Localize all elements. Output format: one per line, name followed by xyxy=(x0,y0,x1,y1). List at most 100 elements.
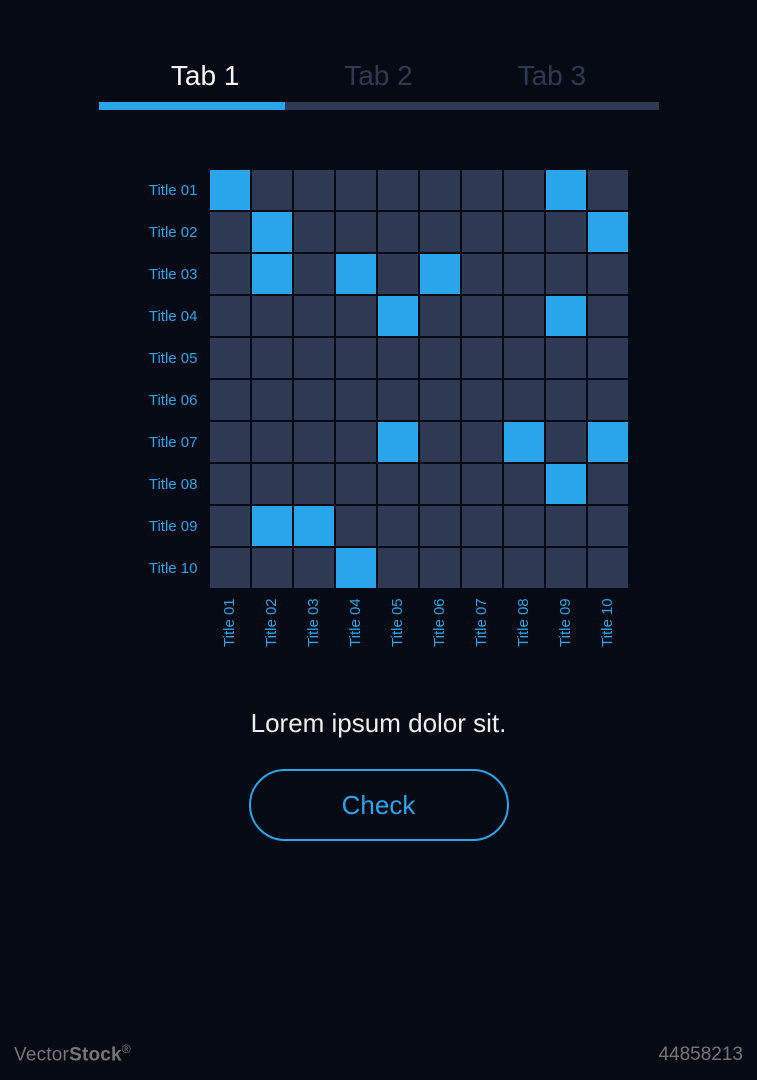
cell-r4-c4[interactable] xyxy=(378,338,418,378)
cell-r9-c5[interactable] xyxy=(420,548,460,588)
cell-r2-c0[interactable] xyxy=(210,254,250,294)
cell-r7-c6[interactable] xyxy=(462,464,502,504)
cell-r9-c3[interactable] xyxy=(336,548,376,588)
cell-r6-c0[interactable] xyxy=(210,422,250,462)
cell-r0-c2[interactable] xyxy=(294,170,334,210)
cell-r4-c7[interactable] xyxy=(504,338,544,378)
cell-r5-c7[interactable] xyxy=(504,380,544,420)
cell-r5-c1[interactable] xyxy=(252,380,292,420)
cell-r6-c8[interactable] xyxy=(546,422,586,462)
cell-r4-c8[interactable] xyxy=(546,338,586,378)
check-button[interactable]: Check xyxy=(249,769,509,841)
cell-r9-c7[interactable] xyxy=(504,548,544,588)
cell-r6-c9[interactable] xyxy=(588,422,628,462)
cell-r3-c9[interactable] xyxy=(588,296,628,336)
cell-r2-c7[interactable] xyxy=(504,254,544,294)
cell-r5-c3[interactable] xyxy=(336,380,376,420)
cell-r1-c2[interactable] xyxy=(294,212,334,252)
cell-r4-c5[interactable] xyxy=(420,338,460,378)
cell-r3-c3[interactable] xyxy=(336,296,376,336)
cell-r5-c4[interactable] xyxy=(378,380,418,420)
cell-r8-c4[interactable] xyxy=(378,506,418,546)
tab-2[interactable]: Tab 2 xyxy=(344,60,413,92)
cell-r9-c9[interactable] xyxy=(588,548,628,588)
cell-r2-c3[interactable] xyxy=(336,254,376,294)
cell-r8-c7[interactable] xyxy=(504,506,544,546)
cell-r3-c2[interactable] xyxy=(294,296,334,336)
cell-r3-c8[interactable] xyxy=(546,296,586,336)
cell-r1-c7[interactable] xyxy=(504,212,544,252)
cell-r8-c8[interactable] xyxy=(546,506,586,546)
cell-r0-c1[interactable] xyxy=(252,170,292,210)
cell-r9-c2[interactable] xyxy=(294,548,334,588)
cell-r2-c6[interactable] xyxy=(462,254,502,294)
cell-r8-c5[interactable] xyxy=(420,506,460,546)
cell-r0-c4[interactable] xyxy=(378,170,418,210)
cell-r4-c1[interactable] xyxy=(252,338,292,378)
cell-r5-c9[interactable] xyxy=(588,380,628,420)
cell-r8-c0[interactable] xyxy=(210,506,250,546)
cell-r7-c7[interactable] xyxy=(504,464,544,504)
cell-r1-c0[interactable] xyxy=(210,212,250,252)
cell-r4-c0[interactable] xyxy=(210,338,250,378)
cell-r0-c7[interactable] xyxy=(504,170,544,210)
cell-r9-c0[interactable] xyxy=(210,548,250,588)
cell-r8-c2[interactable] xyxy=(294,506,334,546)
cell-r1-c8[interactable] xyxy=(546,212,586,252)
cell-r6-c7[interactable] xyxy=(504,422,544,462)
cell-r7-c3[interactable] xyxy=(336,464,376,504)
cell-r7-c8[interactable] xyxy=(546,464,586,504)
cell-r4-c6[interactable] xyxy=(462,338,502,378)
cell-r7-c5[interactable] xyxy=(420,464,460,504)
cell-r9-c1[interactable] xyxy=(252,548,292,588)
cell-r3-c6[interactable] xyxy=(462,296,502,336)
cell-r9-c8[interactable] xyxy=(546,548,586,588)
cell-r5-c8[interactable] xyxy=(546,380,586,420)
cell-r0-c6[interactable] xyxy=(462,170,502,210)
cell-r3-c5[interactable] xyxy=(420,296,460,336)
cell-r7-c1[interactable] xyxy=(252,464,292,504)
cell-r3-c0[interactable] xyxy=(210,296,250,336)
cell-r1-c9[interactable] xyxy=(588,212,628,252)
cell-r4-c2[interactable] xyxy=(294,338,334,378)
cell-r8-c9[interactable] xyxy=(588,506,628,546)
cell-r3-c1[interactable] xyxy=(252,296,292,336)
cell-r6-c2[interactable] xyxy=(294,422,334,462)
cell-r9-c4[interactable] xyxy=(378,548,418,588)
cell-r6-c1[interactable] xyxy=(252,422,292,462)
cell-r3-c4[interactable] xyxy=(378,296,418,336)
cell-r6-c6[interactable] xyxy=(462,422,502,462)
tab-1[interactable]: Tab 1 xyxy=(171,60,240,92)
cell-r2-c8[interactable] xyxy=(546,254,586,294)
cell-r0-c9[interactable] xyxy=(588,170,628,210)
cell-r4-c3[interactable] xyxy=(336,338,376,378)
tab-3[interactable]: Tab 3 xyxy=(518,60,587,92)
cell-r2-c4[interactable] xyxy=(378,254,418,294)
cell-r7-c4[interactable] xyxy=(378,464,418,504)
cell-r5-c2[interactable] xyxy=(294,380,334,420)
cell-r0-c8[interactable] xyxy=(546,170,586,210)
cell-r1-c1[interactable] xyxy=(252,212,292,252)
cell-r6-c3[interactable] xyxy=(336,422,376,462)
cell-r1-c3[interactable] xyxy=(336,212,376,252)
cell-r8-c1[interactable] xyxy=(252,506,292,546)
cell-r7-c9[interactable] xyxy=(588,464,628,504)
cell-r2-c9[interactable] xyxy=(588,254,628,294)
cell-r8-c3[interactable] xyxy=(336,506,376,546)
cell-r2-c1[interactable] xyxy=(252,254,292,294)
cell-r0-c0[interactable] xyxy=(210,170,250,210)
cell-r6-c4[interactable] xyxy=(378,422,418,462)
cell-r1-c5[interactable] xyxy=(420,212,460,252)
cell-r2-c2[interactable] xyxy=(294,254,334,294)
cell-r8-c6[interactable] xyxy=(462,506,502,546)
cell-r1-c4[interactable] xyxy=(378,212,418,252)
cell-r5-c5[interactable] xyxy=(420,380,460,420)
cell-r3-c7[interactable] xyxy=(504,296,544,336)
cell-r4-c9[interactable] xyxy=(588,338,628,378)
cell-r5-c0[interactable] xyxy=(210,380,250,420)
cell-r1-c6[interactable] xyxy=(462,212,502,252)
cell-r0-c5[interactable] xyxy=(420,170,460,210)
cell-r9-c6[interactable] xyxy=(462,548,502,588)
cell-r2-c5[interactable] xyxy=(420,254,460,294)
cell-r7-c2[interactable] xyxy=(294,464,334,504)
